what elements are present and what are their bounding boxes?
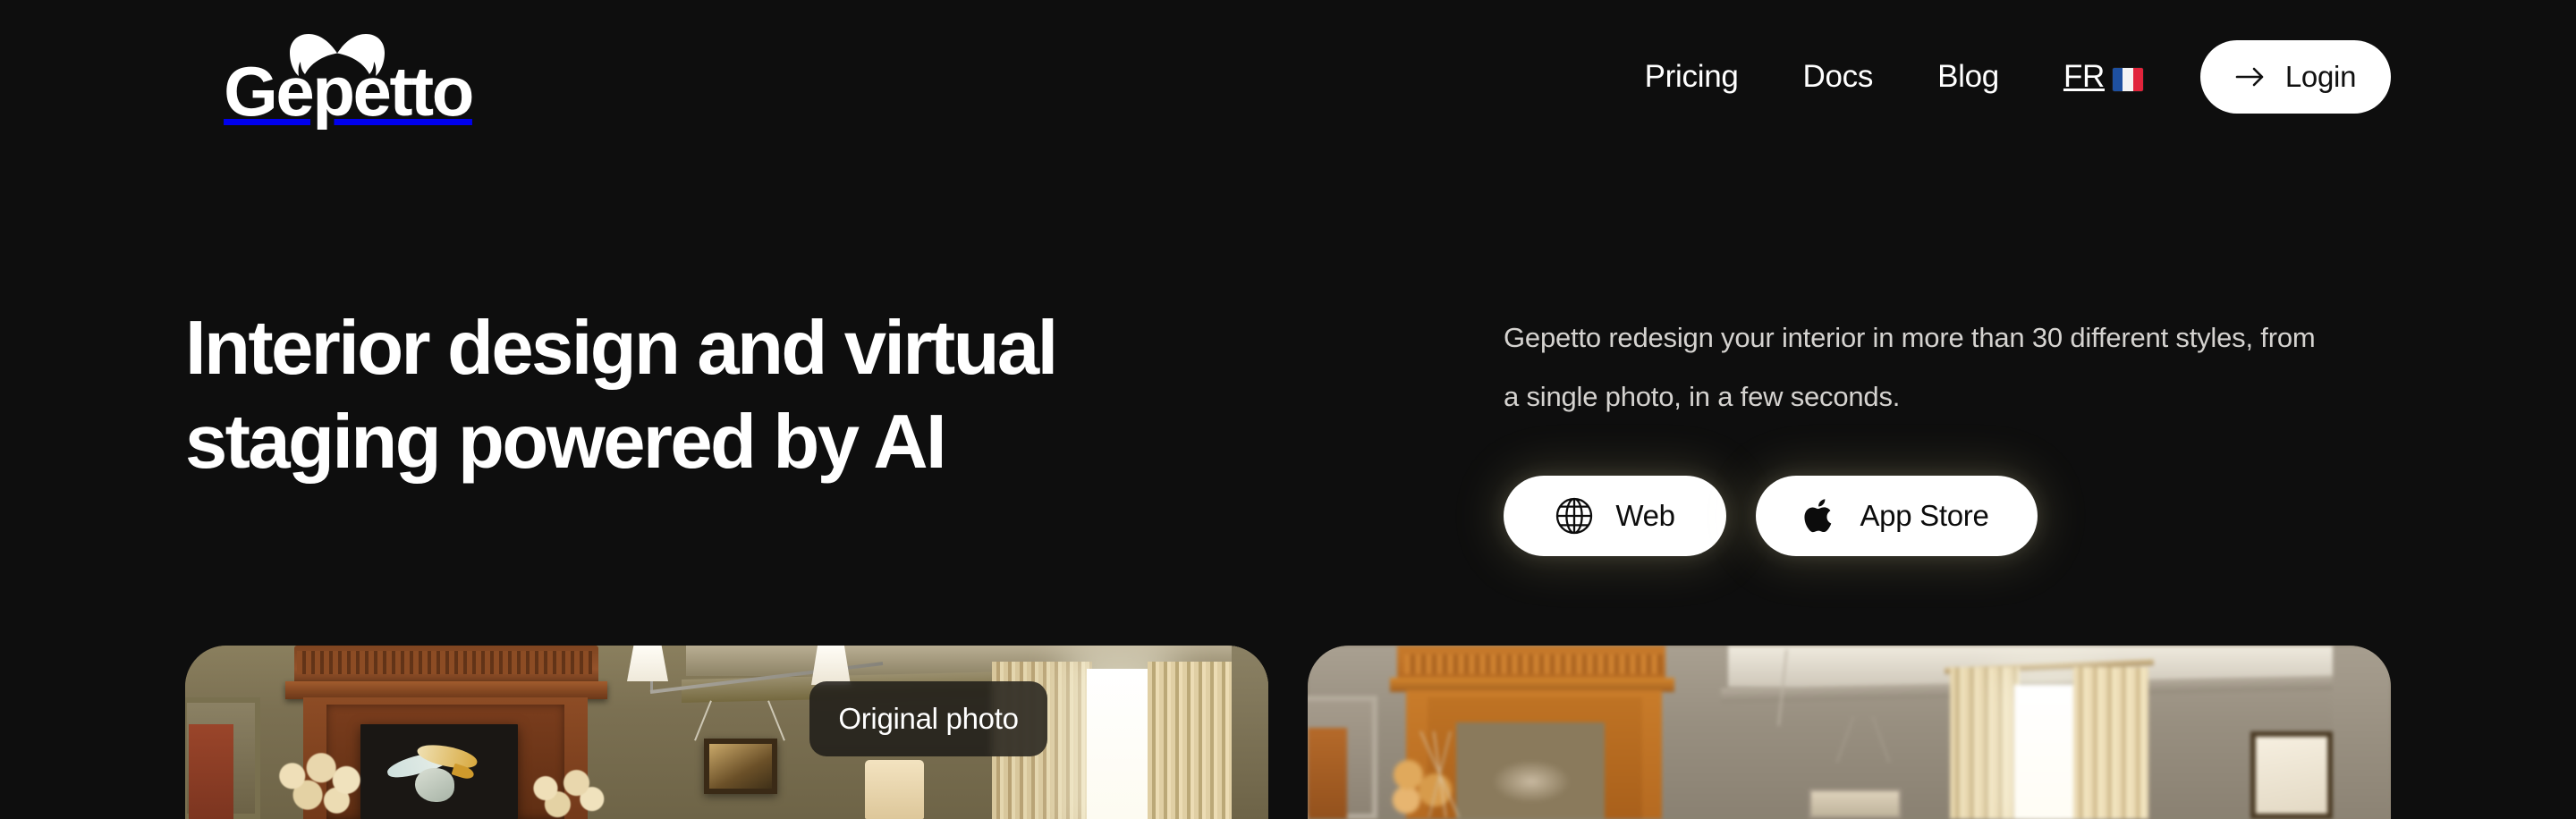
dried-hydrangeas-right	[523, 769, 609, 819]
app-store-cta-label: App Store	[1860, 499, 1989, 532]
mantel-shelf	[285, 681, 607, 699]
redesign-door-panel	[1308, 728, 1347, 819]
redesign-flower-stems	[1383, 731, 1497, 817]
redesign-framed-art	[2250, 731, 2333, 819]
mantel-dentil-trim	[297, 651, 592, 674]
showcase-gallery	[185, 646, 2391, 819]
app-store-cta-button[interactable]: App Store	[1756, 476, 2038, 556]
redesign-render	[1308, 646, 2391, 819]
apple-icon	[1804, 496, 1838, 536]
hero-description: Gepetto redesign your interior in more t…	[1504, 322, 2316, 412]
redesign-side-wall	[2333, 646, 2391, 819]
cta-group: Web App Store	[1504, 476, 2038, 556]
original-photo-card[interactable]	[185, 646, 1268, 819]
redesign-dentil-trim	[1404, 654, 1662, 674]
page-root: Gepetto Pricing Docs Blog FR Login Inter…	[0, 0, 2576, 819]
redesign-curtain-right	[2073, 667, 2148, 819]
original-photo-badge: Original photo	[809, 681, 1047, 756]
redesign-leaning-board	[1809, 789, 1902, 819]
bird-artwork-frame	[360, 724, 518, 819]
web-cta-label: Web	[1615, 499, 1675, 532]
door-panel	[189, 724, 233, 819]
ai-redesign-card[interactable]	[1308, 646, 2391, 819]
dried-hydrangeas-left	[271, 753, 368, 819]
web-cta-button[interactable]: Web	[1504, 476, 1726, 556]
pendant-lamp-right	[811, 646, 851, 685]
pendant-lamp-left	[627, 646, 668, 681]
hero-section: Interior design and virtual staging powe…	[0, 0, 2576, 819]
globe-icon	[1555, 496, 1594, 536]
redesign-window-pane	[2014, 685, 2080, 819]
table-lamp	[865, 760, 924, 819]
small-framed-art	[704, 739, 777, 794]
curtain-right	[1148, 662, 1241, 819]
side-wall	[1232, 646, 1268, 819]
page-title: Interior design and virtual staging powe…	[185, 306, 1058, 485]
window-pane	[1087, 669, 1153, 819]
redesign-curtain-left	[1950, 667, 2020, 819]
